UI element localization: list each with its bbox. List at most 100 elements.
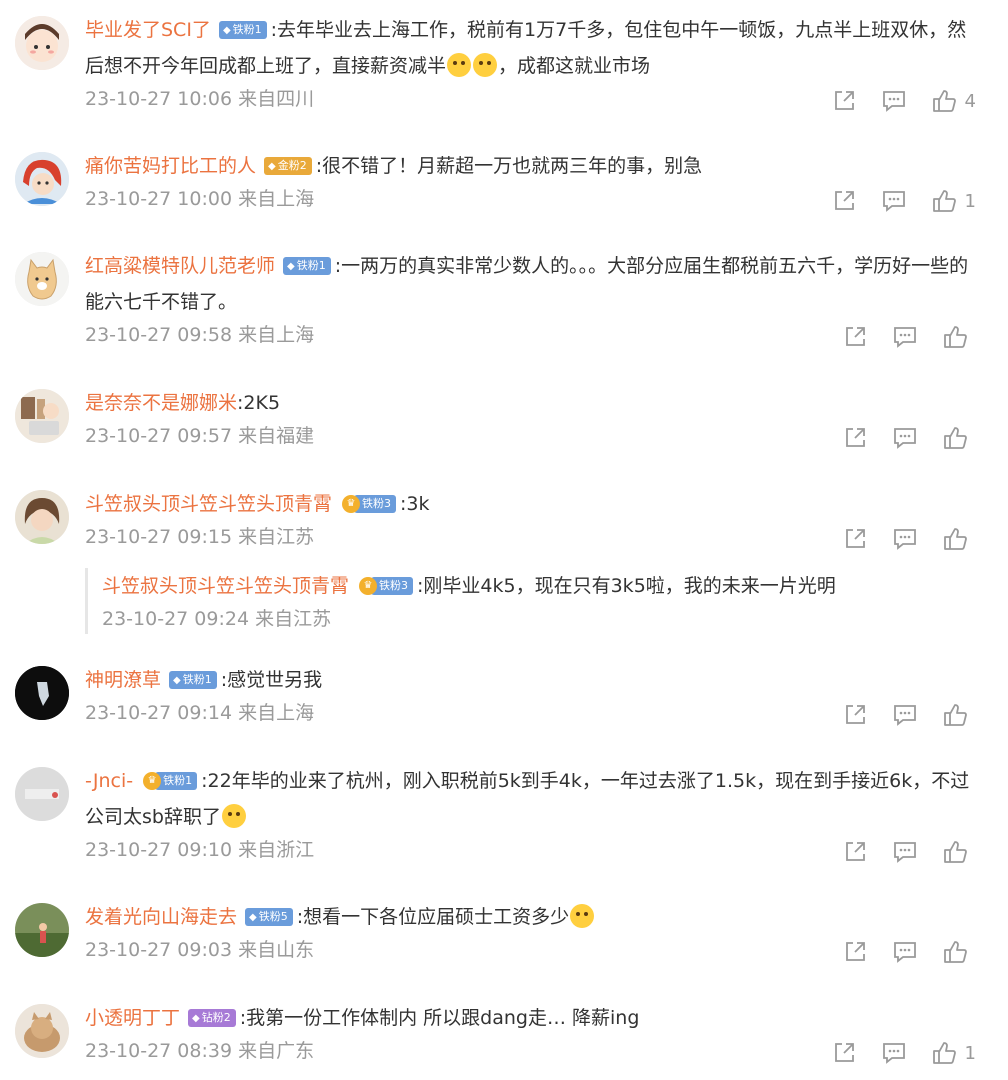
crown-icon: ♛ [359, 577, 378, 595]
share-button[interactable] [842, 425, 868, 451]
diamond-icon: ◆ [249, 912, 257, 923]
comment-button[interactable] [881, 188, 907, 214]
thumbs-up-icon [944, 427, 967, 449]
thumbs-up-icon [944, 704, 967, 726]
username-link[interactable]: 斗笠叔头顶斗笠斗笠头顶青霄 [85, 493, 332, 515]
reply-text: 斗笠叔头顶斗笠斗笠头顶青霄 ♛ 铁粉3:刚毕业4k5，现在只有3k5啦，我的未来一片… [102, 575, 836, 597]
share-icon [846, 842, 865, 861]
thumbs-up-icon [932, 90, 956, 112]
thumbs-up-icon [944, 941, 967, 963]
share-button[interactable] [831, 88, 857, 114]
share-button[interactable] [842, 324, 868, 350]
username-link[interactable]: 神明潦草 [85, 669, 161, 691]
comment-item: -Jnci- ♛ 铁粉1:22年毕的业来了杭州，刚入职税前5k到手4k，一年过去涨了… [0, 763, 1008, 871]
share-button[interactable] [842, 526, 868, 552]
fan-badge[interactable]: ♛ 铁粉3 [359, 577, 414, 595]
pleading-emoji-icon [570, 904, 595, 928]
share-button[interactable] [831, 188, 857, 214]
comment-item: 小透明丁丁 ◆ 钻粉2:我第一份工作体制内 所以跟dang走… 降薪ing 23-1… [0, 1000, 1008, 1072]
like-button[interactable] [942, 702, 976, 728]
share-icon [846, 705, 865, 724]
diamond-icon: ◆ [287, 261, 295, 272]
comment-list: 毕业发了SCI了 ◆ 铁粉1:去年毕业去上海工作，税前有1万7千多，包住包中午一顿饭… [0, 0, 1008, 1080]
reply-meta: 23-10-27 09:24 来自江苏 [102, 608, 332, 630]
avatar[interactable] [15, 666, 69, 720]
share-icon [846, 327, 865, 346]
comment-item: 痛你苦妈打比工的人 ◆ 金粉2:很不错了！月薪超一万也就两三年的事，别急 23-10… [0, 148, 1008, 220]
username-link[interactable]: 毕业发了SCI了 [85, 19, 211, 41]
comment-icon [882, 1043, 905, 1064]
fan-badge[interactable]: ♛ 铁粉3 [342, 495, 397, 513]
thumbs-up-icon [932, 190, 956, 212]
share-icon [834, 91, 854, 110]
comment-text: 痛你苦妈打比工的人 ◆ 金粉2:很不错了！月薪超一万也就两三年的事，别急 [85, 155, 703, 177]
like-button[interactable] [942, 425, 976, 451]
comment-icon [894, 705, 916, 726]
comment-icon [894, 428, 916, 449]
crown-icon: ♛ [342, 495, 361, 513]
comment-button[interactable] [892, 702, 918, 728]
avatar[interactable] [15, 903, 69, 957]
username-link[interactable]: 红高粱模特队儿范老师 [85, 255, 275, 277]
comment-button[interactable] [892, 425, 918, 451]
share-button[interactable] [831, 1040, 857, 1066]
share-button[interactable] [842, 939, 868, 965]
comment-item: 神明潦草 ◆ 铁粉1:感觉世另我 23-10-27 09:14 来自上海 [0, 662, 1008, 734]
username-link[interactable]: 痛你苦妈打比工的人 [85, 155, 256, 177]
avatar[interactable] [15, 152, 69, 206]
comment-button[interactable] [892, 324, 918, 350]
like-button[interactable]: 4 [931, 88, 976, 114]
crying-emoji-icon [447, 53, 472, 77]
comment-icon [894, 529, 916, 550]
comment-text: 是奈奈不是娜娜米:2K5 [85, 392, 281, 414]
fan-badge[interactable]: ♛ 铁粉1 [143, 772, 198, 790]
crying-emoji-icon [473, 53, 498, 77]
reply-item: 斗笠叔头顶斗笠斗笠头顶青霄 ♛ 铁粉3:刚毕业4k5，现在只有3k5啦，我的未来一片… [85, 568, 978, 634]
fan-badge[interactable]: ◆ 铁粉1 [169, 671, 217, 689]
avatar[interactable] [15, 1004, 69, 1058]
username-link[interactable]: 小透明丁丁 [85, 1007, 180, 1029]
comment-item: 毕业发了SCI了 ◆ 铁粉1:去年毕业去上海工作，税前有1万7千多，包住包中午一顿饭… [0, 12, 1008, 124]
share-icon [846, 428, 865, 447]
comment-text: 小透明丁丁 ◆ 钻粉2:我第一份工作体制内 所以跟dang走… 降薪ing [85, 1007, 640, 1029]
comment-button[interactable] [892, 839, 918, 865]
fan-badge[interactable]: ◆ 钻粉2 [188, 1009, 236, 1027]
comment-button[interactable] [892, 939, 918, 965]
username-link[interactable]: -Jnci- [85, 770, 133, 792]
username-link[interactable]: 斗笠叔头顶斗笠斗笠头顶青霄 [102, 575, 349, 597]
share-button[interactable] [842, 702, 868, 728]
like-button[interactable] [942, 324, 976, 350]
diamond-icon: ◆ [192, 1013, 200, 1024]
comment-text: 神明潦草 ◆ 铁粉1:感觉世另我 [85, 669, 323, 691]
share-icon [834, 1043, 854, 1062]
like-count: 4 [964, 90, 976, 112]
like-button[interactable] [942, 939, 976, 965]
shocked-emoji-icon [221, 804, 246, 828]
avatar[interactable] [15, 389, 69, 443]
avatar[interactable] [15, 490, 69, 544]
avatar[interactable] [15, 16, 69, 70]
comment-icon [882, 191, 905, 212]
username-link[interactable]: 是奈奈不是娜娜米 [85, 392, 237, 414]
avatar[interactable] [15, 767, 69, 821]
comment-icon [894, 942, 916, 963]
comment-button[interactable] [892, 526, 918, 552]
like-button[interactable]: 1 [931, 188, 976, 214]
avatar[interactable] [15, 252, 69, 306]
share-icon [846, 942, 865, 961]
username-link[interactable]: 发着光向山海走去 [85, 906, 237, 928]
comment-text: -Jnci- ♛ 铁粉1:22年毕的业来了杭州，刚入职税前5k到手4k，一年过去涨了… [85, 770, 970, 828]
fan-badge[interactable]: ◆ 铁粉5 [245, 908, 293, 926]
like-button[interactable] [942, 839, 976, 865]
fan-badge[interactable]: ◆ 铁粉1 [283, 257, 331, 275]
comment-button[interactable] [881, 88, 907, 114]
share-button[interactable] [842, 839, 868, 865]
comment-button[interactable] [881, 1040, 907, 1066]
diamond-icon: ◆ [173, 675, 181, 686]
comment-text: 红高粱模特队儿范老师 ◆ 铁粉1:一两万的真实非常少数人的。。。大部分应届生都税前五… [85, 255, 969, 313]
share-icon [834, 191, 854, 210]
fan-badge[interactable]: ◆ 金粉2 [264, 157, 312, 175]
fan-badge[interactable]: ◆ 铁粉1 [218, 21, 267, 39]
like-button[interactable] [942, 526, 976, 552]
like-button[interactable]: 1 [931, 1040, 976, 1066]
